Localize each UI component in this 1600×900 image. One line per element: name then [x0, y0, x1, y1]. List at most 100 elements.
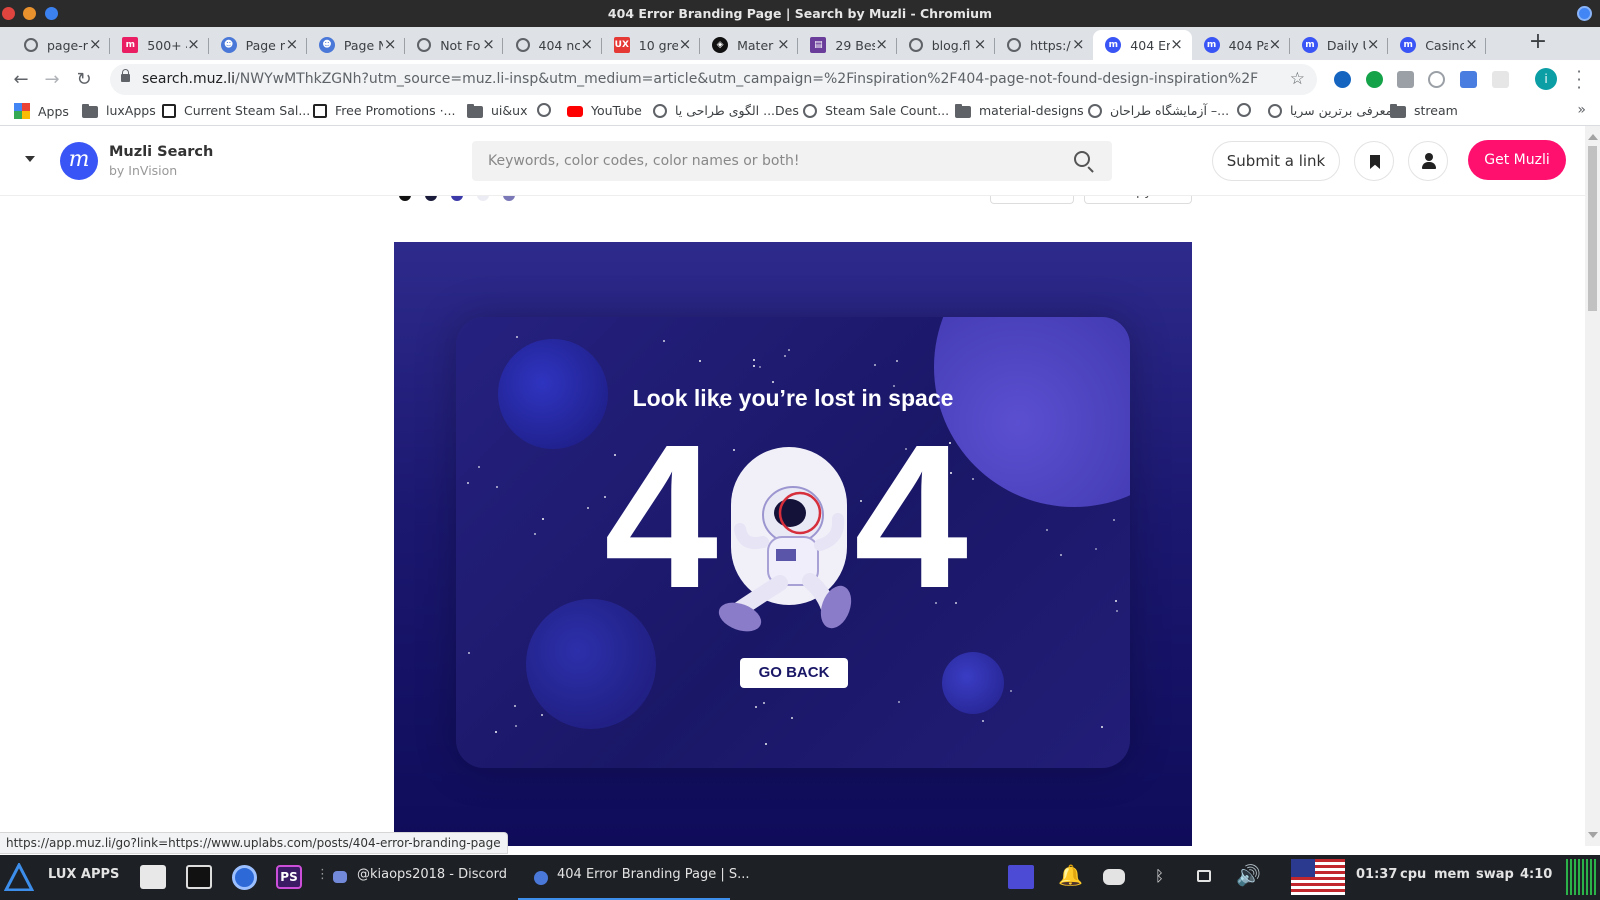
account-button[interactable] — [1408, 141, 1448, 181]
display-icon[interactable] — [1197, 870, 1211, 882]
muzli-icon: m — [1203, 37, 1220, 53]
tab-6[interactable]: UX 10 gre × — [602, 30, 701, 60]
notification-bell-icon[interactable]: 🔔 — [1058, 863, 1083, 887]
tab-13[interactable]: m Daily U× — [1290, 30, 1389, 60]
close-tab-icon[interactable]: × — [973, 37, 987, 52]
bookmark-label: ui&ux — [491, 103, 528, 118]
muzli-logo[interactable]: m — [60, 142, 98, 180]
bookmark-item[interactable]: Steam Sale Count... — [803, 103, 949, 118]
camera-icon[interactable] — [1397, 71, 1414, 88]
reload-icon[interactable]: ↻ — [74, 70, 94, 90]
bookmark-item[interactable]: material-designs — [955, 103, 1084, 118]
bookmark-item[interactable]: stream — [1390, 103, 1458, 118]
youtube-icon — [567, 106, 583, 117]
close-tab-icon[interactable]: × — [383, 37, 397, 52]
get-muzli-button[interactable]: Get Muzli — [1468, 140, 1566, 180]
tab-12[interactable]: m 404 Pa × — [1192, 30, 1290, 60]
tab-11[interactable]: m 404 Er × — [1093, 30, 1192, 60]
close-tab-icon[interactable]: × — [776, 37, 790, 52]
tab-5[interactable]: 404 nc × — [504, 30, 602, 60]
bookmark-item[interactable] — [1237, 103, 1259, 117]
bookmark-item[interactable]: Current Steam Sal... — [162, 103, 310, 118]
globe-icon — [417, 38, 432, 52]
tab-8[interactable]: ▤ 29 Bes × — [798, 30, 897, 60]
bookmark-item[interactable]: Free Promotions ·... — [313, 103, 455, 118]
tab-7[interactable]: ◈ Mater × — [700, 30, 799, 60]
close-tab-icon[interactable]: × — [678, 37, 692, 52]
phpstorm-icon[interactable]: PS — [276, 865, 302, 889]
bookmark-star-icon[interactable]: ☆ — [1290, 69, 1305, 89]
address-bar[interactable]: search.muz.li/NWYwMThkZGNh?utm_source=mu… — [110, 64, 1317, 95]
brand-name[interactable]: Muzli Search — [109, 144, 213, 160]
go-back-button[interactable]: GO BACK — [740, 658, 848, 688]
close-tab-icon[interactable]: × — [88, 37, 102, 52]
close-tab-icon[interactable]: × — [580, 37, 594, 52]
back-icon[interactable]: ← — [11, 70, 31, 90]
bookmark-item[interactable]: الگوی طراحی یا ...Des — [653, 103, 799, 118]
new-tab-button[interactable]: + — [1525, 30, 1551, 56]
close-tab-icon[interactable]: × — [1170, 37, 1184, 52]
close-tab-icon[interactable]: × — [1464, 37, 1478, 52]
saved-button[interactable] — [1354, 141, 1394, 181]
active-window-label[interactable]: 404 Error Branding Page | S... — [557, 867, 750, 882]
bookmark-item[interactable]: YouTube — [567, 103, 642, 118]
post-image[interactable]: Look like you’re lost in space 4 4 GO BA… — [394, 242, 1192, 846]
close-tab-icon[interactable]: × — [875, 37, 889, 52]
bluetooth-icon[interactable]: ᛒ — [1155, 867, 1164, 885]
tab-title: 500+ 4 — [147, 37, 186, 53]
close-tab-icon[interactable]: × — [481, 37, 495, 52]
close-tab-icon[interactable]: × — [1366, 37, 1380, 52]
bookmark-item[interactable] — [537, 103, 559, 117]
colorlib-icon: ▤ — [810, 37, 827, 53]
profile-avatar[interactable]: i — [1535, 68, 1557, 90]
close-tab-icon[interactable]: × — [187, 37, 201, 52]
bookmark-label: آزمایشگاه طراحان –... — [1110, 103, 1230, 118]
kebab-menu-icon[interactable]: · · · — [1574, 64, 1584, 96]
tab-9[interactable]: blog.fl × — [897, 30, 995, 60]
folder-icon — [955, 103, 971, 118]
scroll-down-icon[interactable] — [1588, 832, 1598, 838]
extension-grey-icon[interactable] — [1492, 71, 1509, 88]
grammarly-icon[interactable] — [1366, 71, 1383, 88]
scroll-thumb[interactable] — [1588, 146, 1597, 311]
forward-icon[interactable]: → — [42, 70, 62, 90]
extension-blue-icon[interactable] — [1334, 71, 1351, 88]
discord-tray-icon[interactable] — [1103, 869, 1125, 885]
tab-2[interactable]: ☻ Page n × — [209, 30, 307, 60]
lux-logo-icon[interactable] — [4, 863, 34, 891]
tab-14[interactable]: m Casinc × — [1388, 30, 1487, 60]
tab-1[interactable]: m 500+ 4× — [110, 30, 209, 60]
bookmark-item[interactable]: معرفی برترین سریا... — [1268, 103, 1404, 118]
search-icon[interactable] — [1074, 151, 1090, 167]
chevron-down-icon[interactable] — [25, 156, 35, 162]
more-bookmarks-icon[interactable]: » — [1577, 102, 1586, 118]
scroll-up-icon[interactable] — [1588, 134, 1598, 140]
tab-10[interactable]: https:/× — [995, 30, 1093, 60]
keyboard-layout-flag[interactable] — [1291, 859, 1345, 895]
star-decoration — [467, 652, 470, 655]
tab-0[interactable]: page-r × — [12, 30, 111, 60]
volume-icon[interactable]: 🔊 — [1236, 863, 1261, 887]
tab-3[interactable]: ☻ Page N × — [307, 30, 406, 60]
screen-icon[interactable] — [1008, 865, 1034, 889]
muzli-header: m Muzli Search by InVision Keywords, col… — [0, 126, 1585, 196]
files-icon[interactable] — [140, 865, 166, 889]
tab-4[interactable]: Not Fo × — [405, 30, 504, 60]
page-scrollbar[interactable] — [1585, 126, 1600, 846]
submit-link-button[interactable]: Submit a link — [1212, 141, 1340, 181]
launcher-label[interactable]: LUX APPS — [48, 867, 119, 882]
close-tab-icon[interactable]: × — [1071, 37, 1085, 52]
translate-icon[interactable] — [1460, 71, 1477, 88]
search-input[interactable]: Keywords, color codes, color names or bo… — [472, 141, 1112, 181]
clock[interactable]: 01:37 — [1356, 867, 1397, 882]
close-tab-icon[interactable]: × — [1268, 37, 1282, 52]
chromium-taskbar-icon[interactable] — [232, 865, 257, 890]
bookmark-item[interactable]: Apps — [14, 103, 69, 119]
extension-circle-icon[interactable] — [1428, 71, 1445, 88]
bookmark-item[interactable]: ui&ux — [467, 103, 527, 118]
bookmark-item[interactable]: luxApps — [82, 103, 156, 118]
close-tab-icon[interactable]: × — [285, 37, 299, 52]
discord-window-label[interactable]: @kiaops2018 - Discord — [357, 867, 507, 882]
bookmark-item[interactable]: آزمایشگاه طراحان –... — [1088, 103, 1229, 118]
terminal-icon[interactable] — [186, 865, 212, 889]
